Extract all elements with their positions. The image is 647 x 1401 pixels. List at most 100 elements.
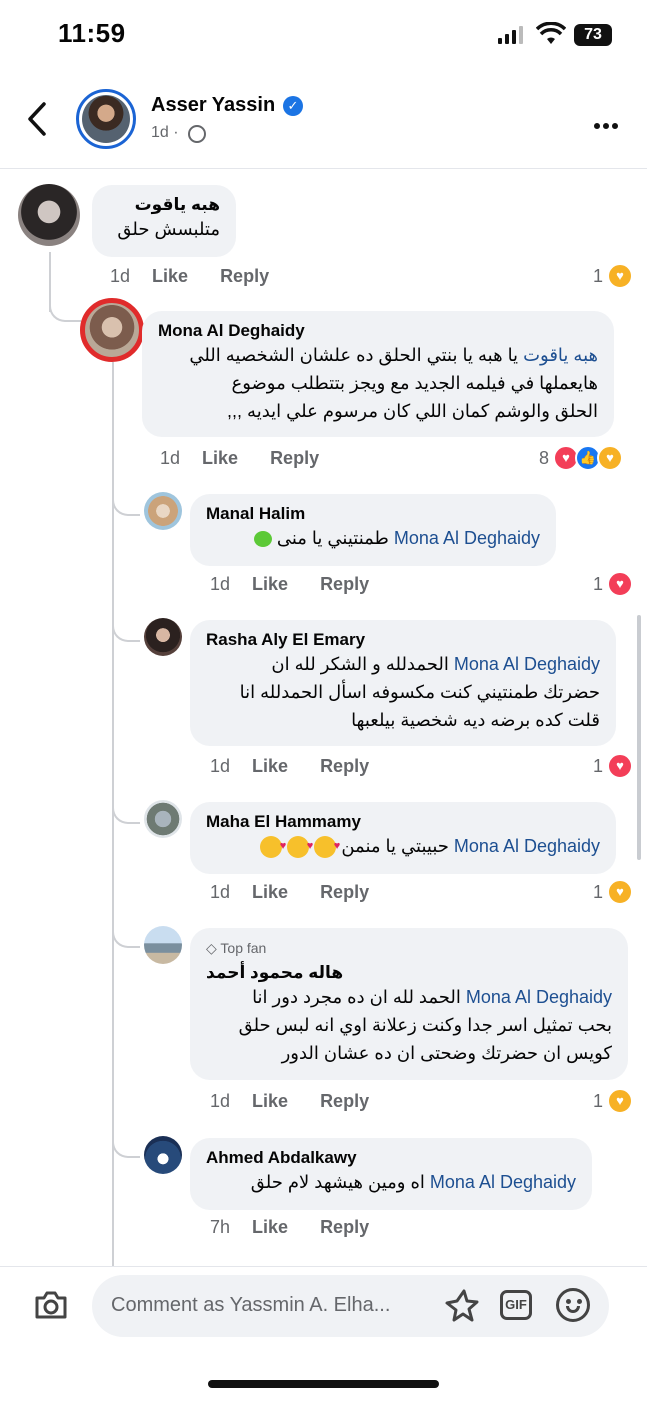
kiss-emoji-icon [287, 832, 313, 860]
scrollbar[interactable] [637, 615, 641, 860]
thread-connector [112, 492, 140, 516]
comment-bubble: Maha El Hammamy Mona Al Deghaidy حبيبتي … [190, 802, 616, 874]
diamond-icon: ◇ [206, 940, 217, 956]
globe-icon [188, 125, 206, 143]
reaction-count[interactable]: 8 ♥ 👍 ♥ [539, 445, 624, 471]
comment-actions: 1d Like Reply [210, 1091, 401, 1112]
comment-time: 1d [160, 448, 181, 468]
home-indicator [208, 1380, 439, 1388]
kiss-emoji-icon [260, 832, 286, 860]
kiss-emoji-icon [314, 832, 340, 860]
comment-actions: 1d Like Reply [210, 756, 401, 777]
like-button[interactable]: Like [202, 448, 238, 468]
comment-text: كويس ان حضرتك وضحتى ان ده عشان الدور [281, 1043, 612, 1063]
comment-text: هبه ياقوت يا هبه يا بنتي الحلق ده علشان … [189, 345, 598, 365]
comment-text: حضرتك طمنتيني كنت مكسوفه اسأل الحمدلله ا… [239, 682, 600, 702]
like-button[interactable]: Like [252, 1091, 288, 1111]
comment-text: الحلق والوشم كمان اللي كان مرسوم علي ايد… [227, 401, 598, 421]
comment-time: 1d [210, 1091, 231, 1111]
avatar-sticker-icon[interactable] [444, 1288, 480, 1324]
cellular-signal-icon [498, 26, 524, 44]
reply-button[interactable]: Reply [320, 1091, 369, 1111]
comment-actions: 1d Like Reply [210, 882, 401, 903]
love-reaction-icon: ♥ [607, 753, 634, 779]
like-button[interactable]: Like [252, 1217, 288, 1237]
like-button[interactable]: Like [152, 266, 188, 286]
mention-link[interactable]: Mona Al Deghaidy [430, 1172, 576, 1192]
reply-button[interactable]: Reply [220, 266, 269, 286]
more-icon[interactable] [594, 116, 621, 134]
like-button[interactable]: Like [252, 882, 288, 902]
commenter-avatar[interactable] [144, 618, 182, 656]
comment-bubble: هبه ياقوت متلبسش حلق [92, 185, 236, 257]
comment-time: 1d [210, 756, 231, 776]
commenter-avatar[interactable] [18, 184, 80, 246]
reply-button[interactable]: Reply [320, 882, 369, 902]
wifi-icon [536, 22, 566, 44]
comment-text: Mona Al Deghaidy الحمدلله و الشكر لله ان [271, 654, 600, 674]
reaction-count[interactable]: 1 ♥ [593, 263, 634, 289]
reaction-count[interactable]: 1 ♥ [593, 1088, 634, 1114]
commenter-avatar[interactable] [144, 492, 182, 530]
mention-link[interactable]: هبه ياقوت [523, 345, 598, 365]
comment-bubble: Mona Al Deghaidy هبه ياقوت يا هبه يا بنت… [142, 311, 614, 437]
comment-time: 1d [210, 882, 231, 902]
care-reaction-icon: ♥ [597, 445, 624, 471]
battery-indicator: 73 [574, 24, 612, 46]
comment-placeholder[interactable]: Comment as Yassmin A. Elha... [111, 1294, 390, 1317]
thread-connector [112, 1134, 140, 1158]
like-button[interactable]: Like [252, 574, 288, 594]
mention-link[interactable]: Mona Al Deghaidy [466, 987, 612, 1007]
comment-time: 7h [210, 1217, 231, 1237]
back-chevron-icon[interactable] [22, 100, 54, 138]
commenter-name[interactable]: Manal Halim [206, 504, 540, 524]
like-button[interactable]: Like [252, 756, 288, 776]
love-reaction-icon: ♥ [607, 571, 634, 597]
comment-text: متلبسش حلق [117, 219, 220, 239]
reply-button[interactable]: Reply [320, 1217, 369, 1237]
comment-time: 1d [110, 266, 131, 286]
comment-text: هايعملها في فيلمه الجديد مع ويجز بتتطلب … [231, 373, 598, 393]
comment-bubble: Manal Halim Mona Al Deghaidy طمنتيني يا … [190, 494, 556, 566]
comment-text: Mona Al Deghaidy حبيبتي يا منمن [206, 832, 600, 860]
mention-link[interactable]: Mona Al Deghaidy [454, 836, 600, 856]
mention-link[interactable]: Mona Al Deghaidy [394, 528, 540, 548]
comment-actions: 1d Like Reply [110, 266, 301, 287]
care-reaction-icon: ♥ [607, 879, 634, 905]
reply-button[interactable]: Reply [320, 756, 369, 776]
commenter-avatar[interactable] [80, 298, 144, 362]
commenter-name[interactable]: Ahmed Abdalkawy [206, 1148, 576, 1168]
reaction-count[interactable]: 1 ♥ [593, 879, 634, 905]
commenter-avatar[interactable] [144, 1136, 182, 1174]
comment-text: بحب تمثيل اسر جدا وكنت زعلانة اوي انه لب… [238, 1015, 612, 1035]
reply-button[interactable]: Reply [270, 448, 319, 468]
comment-bubble: ◇ Top fan هاله محمود أحمد Mona Al Deghai… [190, 928, 628, 1080]
comment-time: 1d [210, 574, 231, 594]
status-time: 11:59 [58, 18, 126, 48]
comment-bubble: Rasha Aly El Emary Mona Al Deghaidy الحم… [190, 620, 616, 746]
emoji-icon[interactable] [556, 1288, 590, 1322]
comment-text: Mona Al Deghaidy الحمد لله ان ده مجرد دو… [252, 987, 612, 1007]
care-reaction-icon: ♥ [607, 263, 634, 289]
green-heart-icon [253, 531, 272, 548]
comment-actions: 7h Like Reply [210, 1217, 401, 1238]
reply-button[interactable]: Reply [320, 574, 369, 594]
reaction-count[interactable]: 1 ♥ [593, 753, 634, 779]
reaction-count[interactable]: 1 ♥ [593, 571, 634, 597]
author-avatar[interactable] [76, 89, 136, 149]
mention-link[interactable]: Mona Al Deghaidy [454, 654, 600, 674]
commenter-avatar[interactable] [144, 800, 182, 838]
commenter-avatar[interactable] [144, 926, 182, 964]
comment-text: Mona Al Deghaidy اه ومين هيشهد لام حلق [250, 1172, 576, 1192]
thread-connector [49, 290, 81, 322]
commenter-name[interactable]: Maha El Hammamy [206, 812, 600, 832]
camera-icon[interactable] [34, 1290, 68, 1320]
commenter-name[interactable]: هاله محمود أحمد [206, 963, 612, 983]
verified-icon: ✓ [283, 96, 303, 116]
post-author-name[interactable]: Asser Yassin [151, 94, 275, 117]
comment-text: Mona Al Deghaidy طمنتيني يا منى [206, 524, 540, 552]
gif-icon[interactable]: GIF [500, 1290, 532, 1320]
commenter-name[interactable]: Mona Al Deghaidy [158, 321, 598, 341]
commenter-name[interactable]: Rasha Aly El Emary [206, 630, 600, 650]
commenter-name[interactable]: هبه ياقوت [108, 195, 220, 215]
